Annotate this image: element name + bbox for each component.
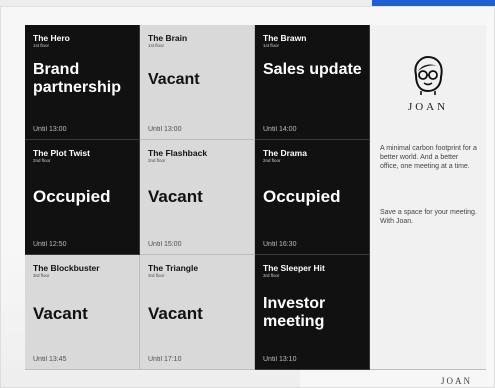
- room-until: Until 13:00: [148, 126, 182, 133]
- room-floor: 3rd floor: [33, 273, 50, 278]
- room-status: Vacant: [148, 304, 203, 323]
- room-name: The Blockbuster: [33, 263, 100, 273]
- room-status: Brand partnership: [33, 61, 122, 96]
- room-board: The Hero 1st floor Brand partnership Unt…: [25, 25, 486, 370]
- room-until: Until 13:45: [33, 356, 67, 363]
- room-tile[interactable]: The Blockbuster 3rd floor Vacant Until 1…: [25, 255, 140, 370]
- room-status: Vacant: [33, 304, 88, 323]
- room-until: Until 14:00: [263, 126, 297, 133]
- logo: JOAN: [370, 55, 486, 113]
- room-tile[interactable]: The Plot Twist 2nd floor Occupied Until …: [25, 140, 140, 255]
- room-status: Occupied: [263, 187, 341, 206]
- room-floor: 2nd floor: [33, 158, 51, 163]
- room-floor: 1st floor: [33, 43, 50, 48]
- room-status: Vacant: [148, 187, 203, 206]
- room-name: The Sleeper Hit: [263, 263, 325, 273]
- room-floor: 1st floor: [148, 43, 165, 48]
- info-text-save: Save a space for your meeting. With Joan…: [380, 209, 477, 225]
- room-tile[interactable]: The Triangle 3rd floor Vacant Until 17:1…: [140, 255, 255, 370]
- room-status: Investor meeting: [263, 295, 326, 330]
- room-status: Occupied: [33, 187, 111, 206]
- room-tile[interactable]: The Sleeper Hit 3rd floor Investor meeti…: [255, 255, 370, 370]
- room-tile[interactable]: The Drama 2nd floor Occupied Until 16:30: [255, 140, 370, 255]
- room-until: Until 16:30: [263, 241, 297, 248]
- joan-face-icon: [414, 55, 443, 95]
- footer-brand: JOAN: [440, 376, 472, 386]
- room-name: The Drama: [263, 148, 307, 158]
- room-status: Vacant: [148, 71, 200, 88]
- room-floor: 2nd floor: [263, 158, 281, 163]
- room-name: The Brain: [148, 33, 188, 43]
- room-until: Until 12:50: [33, 241, 67, 248]
- room-name: The Plot Twist: [33, 148, 90, 158]
- brand-name: JOAN: [407, 101, 449, 113]
- room-until: Until 17:10: [148, 356, 182, 363]
- room-floor: 1st floor: [263, 43, 280, 48]
- room-floor: 3rd floor: [263, 273, 280, 278]
- room-tile[interactable]: The Brain 1st floor Vacant Until 13:00: [140, 25, 255, 140]
- room-floor: 2nd floor: [148, 158, 166, 163]
- room-until: Until 15:00: [148, 241, 182, 248]
- room-status: Sales update: [263, 61, 362, 78]
- room-until: Until 13:00: [33, 126, 67, 133]
- room-tile[interactable]: The Hero 1st floor Brand partnership Unt…: [25, 25, 140, 140]
- info-panel: JOAN A minimal carbon footprint for a be…: [370, 25, 486, 370]
- room-name: The Brawn: [263, 33, 307, 43]
- info-text-footprint: A minimal carbon footprint for a better …: [380, 145, 477, 170]
- room-name: The Hero: [33, 33, 70, 43]
- room-until: Until 13:10: [263, 356, 297, 363]
- room-tile[interactable]: The Brawn 1st floor Sales update Until 1…: [255, 25, 370, 140]
- room-tile[interactable]: The Flashback 2nd floor Vacant Until 15:…: [140, 140, 255, 255]
- room-floor: 3rd floor: [148, 273, 165, 278]
- room-name: The Triangle: [148, 263, 199, 273]
- room-name: The Flashback: [148, 148, 208, 158]
